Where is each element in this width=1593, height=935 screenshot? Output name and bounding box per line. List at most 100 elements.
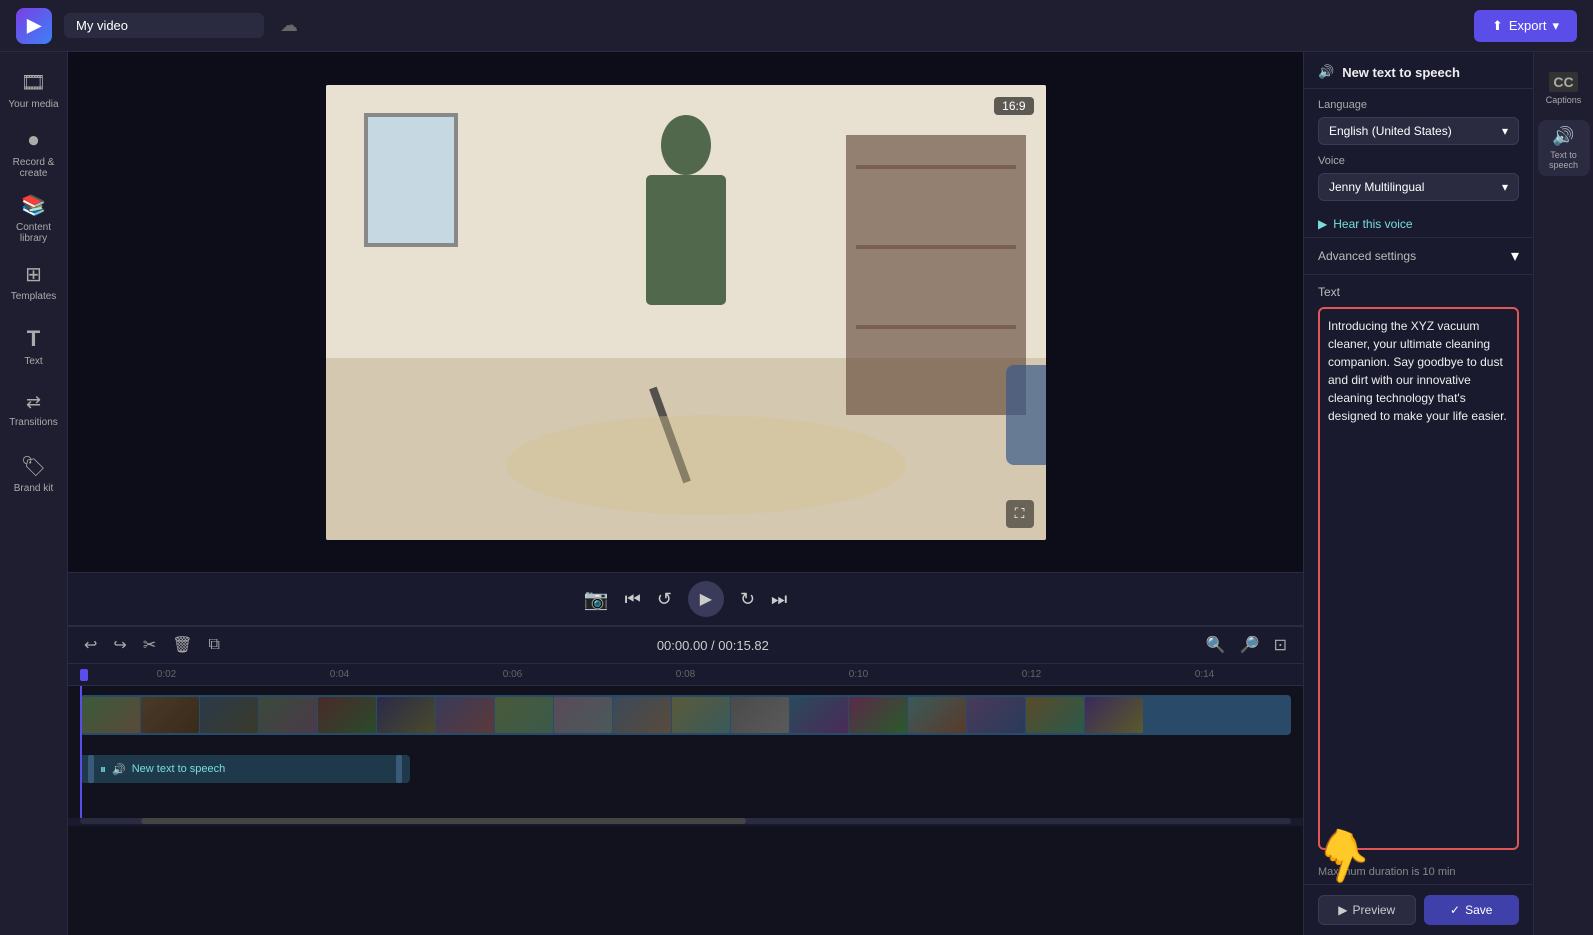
logo-icon: ▶ bbox=[27, 15, 41, 36]
tts-track-content[interactable]: ⏸ 🔊 New text to speech bbox=[80, 755, 410, 783]
ruler-mark: 0:10 bbox=[772, 669, 945, 680]
language-value: English (United States) bbox=[1329, 124, 1452, 138]
aspect-ratio-badge: 16:9 bbox=[994, 97, 1033, 115]
video-container: 16:9 ⛶ bbox=[326, 85, 1046, 540]
video-svg-scene bbox=[326, 85, 1046, 540]
undo-button[interactable]: ↩ bbox=[80, 633, 101, 657]
sidebar-item-label: Templates bbox=[11, 291, 57, 302]
brand-kit-icon: 🏷 bbox=[21, 454, 46, 479]
preview-label: Preview bbox=[1353, 903, 1396, 917]
tts-track-audio-icon: 🔊 bbox=[112, 763, 126, 776]
forward-5s-button[interactable]: ↻ bbox=[740, 589, 755, 610]
tts-track-left-handle[interactable] bbox=[88, 755, 94, 783]
cut-button[interactable]: ✂ bbox=[139, 633, 160, 657]
text-to-speech-tool[interactable]: 🔊 Text to speech bbox=[1538, 120, 1590, 176]
export-button[interactable]: ⬆ Export ▾ bbox=[1474, 10, 1577, 42]
save-button[interactable]: ✓ Save bbox=[1424, 895, 1520, 925]
transitions-icon: ⇄ bbox=[26, 392, 41, 413]
project-name-input[interactable] bbox=[64, 13, 264, 38]
video-thumbnail bbox=[672, 697, 730, 733]
sidebar-item-text[interactable]: T Text bbox=[4, 316, 64, 376]
sidebar-item-label: Record & create bbox=[4, 157, 64, 179]
video-thumbnail bbox=[495, 697, 553, 733]
playhead bbox=[80, 686, 82, 818]
zoom-out-button[interactable]: 🔍 bbox=[1202, 633, 1230, 657]
advanced-settings-row[interactable]: Advanced settings ▾ bbox=[1304, 237, 1533, 275]
sidebar-item-content-library[interactable]: 📚 Content library bbox=[4, 188, 64, 248]
video-thumbnail bbox=[849, 697, 907, 733]
video-track bbox=[80, 690, 1291, 740]
video-thumbnail bbox=[141, 697, 199, 733]
ruler-mark: 0:12 bbox=[945, 669, 1118, 680]
record-create-icon: ⏺ bbox=[29, 130, 39, 153]
sidebar-item-label: Brand kit bbox=[14, 483, 53, 494]
fullscreen-button[interactable]: ⛶ bbox=[1006, 500, 1034, 528]
timeline-toolbar: ↩ ↪ ✂ 🗑 ⧉ 00:00.00 / 00:15.82 🔍 🔎 ⊡ bbox=[68, 627, 1303, 664]
sidebar-item-record-create[interactable]: ⏺ Record & create bbox=[4, 124, 64, 184]
scrollbar-track bbox=[80, 818, 1291, 824]
video-thumbnail bbox=[731, 697, 789, 733]
tts-panel-header: 🔊 New text to speech bbox=[1304, 52, 1533, 89]
preview-button[interactable]: ▶ Preview bbox=[1318, 895, 1416, 925]
timeline-scrollbar[interactable] bbox=[68, 818, 1303, 826]
voice-section: Voice Jenny Multilingual ▾ bbox=[1304, 155, 1533, 211]
zoom-controls: 🔍 🔎 ⊡ bbox=[1202, 633, 1291, 657]
preview-play-icon: ▶ bbox=[1338, 903, 1347, 917]
video-scene bbox=[326, 85, 1046, 540]
sidebar-item-transitions[interactable]: ⇄ Transitions bbox=[4, 380, 64, 440]
language-section: Language English (United States) ▾ bbox=[1304, 89, 1533, 155]
ruler-mark: 0:14 bbox=[1118, 669, 1291, 680]
sidebar-item-your-media[interactable]: 🎞 Your media bbox=[4, 60, 64, 120]
hear-voice-label: Hear this voice bbox=[1333, 217, 1412, 231]
topbar: ▶ ☁ ⬆ Export ▾ bbox=[0, 0, 1593, 52]
advanced-settings-chevron-icon: ▾ bbox=[1511, 246, 1519, 266]
video-thumbnail bbox=[790, 697, 848, 733]
voice-chevron-icon: ▾ bbox=[1502, 180, 1508, 194]
duplicate-button[interactable]: ⧉ bbox=[205, 634, 224, 656]
zoom-in-button[interactable]: 🔎 bbox=[1236, 633, 1264, 657]
video-track-content[interactable] bbox=[80, 695, 1291, 735]
text-input[interactable] bbox=[1328, 317, 1509, 840]
voice-select[interactable]: Jenny Multilingual ▾ bbox=[1318, 173, 1519, 201]
scrollbar-thumb[interactable] bbox=[141, 818, 747, 824]
ruler-mark: 0:02 bbox=[80, 669, 253, 680]
left-sidebar: 🎞 Your media ⏺ Record & create 📚 Content… bbox=[0, 52, 68, 935]
voice-value: Jenny Multilingual bbox=[1329, 180, 1424, 194]
center-area: 16:9 ⛶ ? 📷 ⏮ ↺ ▶ ↻ ⏭ ↩ ↪ ✂ 🗑 ⧉ 00:00.00 … bbox=[68, 52, 1303, 935]
skip-to-start-button[interactable]: ⏮ bbox=[625, 589, 641, 610]
tts-track-right-handle[interactable] bbox=[396, 755, 402, 783]
sidebar-item-label: Transitions bbox=[9, 417, 58, 428]
captions-icon: CC bbox=[1549, 72, 1577, 92]
cloud-save-icon: ☁ bbox=[280, 15, 298, 36]
ruler-mark: 0:04 bbox=[253, 669, 426, 680]
text-section: Text bbox=[1304, 275, 1533, 860]
sidebar-item-label: Text bbox=[24, 356, 42, 367]
captions-label: Captions bbox=[1546, 95, 1582, 105]
captions-tool[interactable]: CC Captions bbox=[1538, 60, 1590, 116]
fit-view-button[interactable]: ⊡ bbox=[1270, 633, 1291, 657]
redo-button[interactable]: ↪ bbox=[109, 633, 130, 657]
ruler-mark: 0:06 bbox=[426, 669, 599, 680]
rewind-5s-button[interactable]: ↺ bbox=[657, 589, 672, 610]
tts-track-pause-icon: ⏸ bbox=[100, 762, 106, 777]
text-input-wrapper bbox=[1318, 307, 1519, 850]
sidebar-item-label: Content library bbox=[4, 222, 64, 244]
tts-track-label: New text to speech bbox=[132, 763, 226, 775]
export-label: Export bbox=[1509, 18, 1547, 33]
video-controls: 📷 ⏮ ↺ ▶ ↻ ⏭ bbox=[68, 572, 1303, 626]
sidebar-item-templates[interactable]: ⊞ Templates bbox=[4, 252, 64, 312]
text-to-speech-label: Text to speech bbox=[1538, 150, 1590, 170]
video-thumbnail bbox=[1085, 697, 1143, 733]
tts-panel-title: New text to speech bbox=[1342, 65, 1460, 80]
language-select[interactable]: English (United States) ▾ bbox=[1318, 117, 1519, 145]
delete-button[interactable]: 🗑 bbox=[168, 633, 196, 657]
play-circle-icon: ▶ bbox=[1318, 217, 1327, 231]
play-button[interactable]: ▶ bbox=[688, 581, 724, 617]
hear-voice-link[interactable]: ▶ Hear this voice bbox=[1304, 211, 1533, 237]
skip-to-end-button[interactable]: ⏭ bbox=[771, 589, 787, 610]
far-right-panel: CC Captions 🔊 Text to speech bbox=[1533, 52, 1593, 935]
content-library-icon: 📚 bbox=[21, 193, 46, 218]
sidebar-item-brand-kit[interactable]: 🏷 Brand kit bbox=[4, 444, 64, 504]
video-thumbnail bbox=[318, 697, 376, 733]
ruler-marks: 0:02 0:04 0:06 0:08 0:10 0:12 0:14 bbox=[80, 669, 1291, 680]
